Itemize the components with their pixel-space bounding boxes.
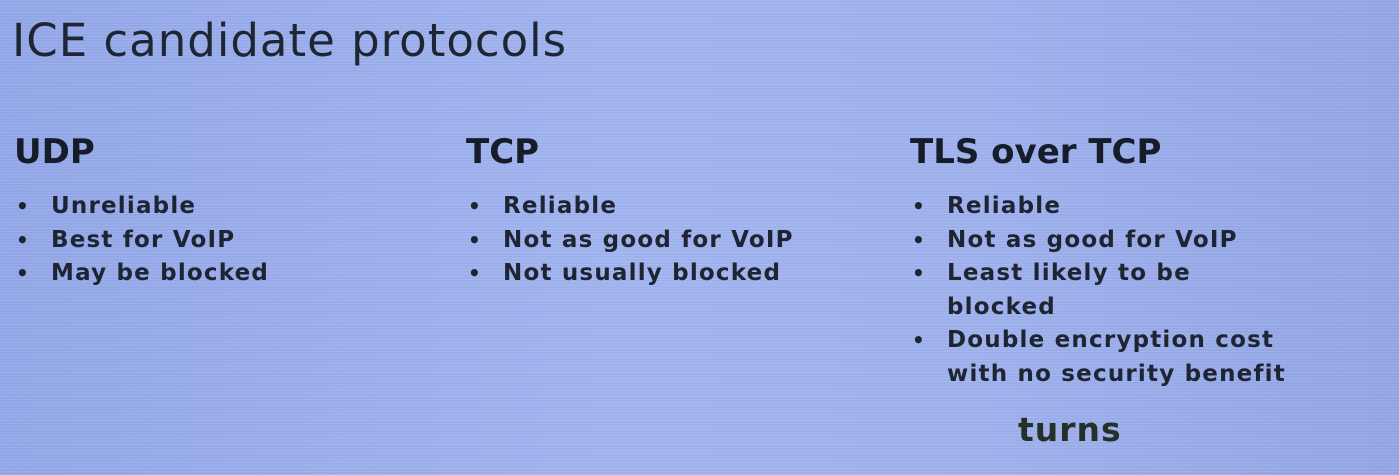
- bullet-item: • Not as good for VoIP: [910, 224, 1307, 258]
- bullet-item: • Double encryption cost with no security…: [910, 324, 1307, 391]
- bullet-dot-icon: •: [16, 261, 30, 285]
- bullet-item: • Best for VoIP: [14, 224, 269, 258]
- bullet-dot-icon: •: [16, 194, 30, 218]
- bullet-dot-icon: •: [468, 194, 482, 218]
- column-heading-tcp: TCP: [466, 132, 540, 172]
- bullet-list-tcp: • Reliable • Not as good for VoIP • Not usu…: [466, 190, 794, 291]
- bullet-dot-icon: •: [912, 227, 926, 252]
- bullet-item: • May be blocked: [14, 257, 269, 291]
- bullet-dot-icon: •: [468, 227, 482, 252]
- column-heading-tls-over-tcp: TLS over TCP: [910, 132, 1162, 172]
- slide-title: ICE candidate protocols: [12, 14, 568, 67]
- bullet-dot-icon: •: [912, 194, 926, 218]
- bullet-text: Not as good for VoIP: [947, 226, 1238, 253]
- bullet-dot-icon: •: [468, 261, 482, 285]
- bullet-text: May be blocked: [51, 260, 270, 286]
- column-heading-udp: UDP: [14, 132, 95, 172]
- bullet-text: Reliable: [947, 193, 1062, 219]
- bullet-text: Not usually blocked: [503, 260, 782, 286]
- bullet-text: Not as good for VoIP: [503, 226, 794, 253]
- bullet-item: • Not usually blocked: [466, 257, 794, 291]
- bullet-text: Double encryption cost with no security …: [947, 327, 1286, 387]
- bullet-text: Least likely to be blocked: [947, 260, 1191, 320]
- bullet-list-udp: • Unreliable • Best for VoIP • May be block…: [14, 190, 269, 291]
- column-udp: UDP • Unreliable • Best for VoIP • May be b…: [14, 132, 269, 291]
- bullet-item: • Least likely to be blocked: [910, 257, 1307, 324]
- bullet-item: • Not as good for VoIP: [466, 224, 794, 258]
- bullet-item: • Reliable: [466, 190, 794, 224]
- bullet-item: • Unreliable: [14, 190, 269, 224]
- bullet-item: • Reliable: [910, 190, 1307, 224]
- bullet-list-tls-over-tcp: • Reliable • Not as good for VoIP • Least l…: [910, 190, 1307, 391]
- handwritten-note: turns: [1018, 410, 1122, 449]
- bullet-dot-icon: •: [912, 328, 926, 352]
- bullet-text: Best for VoIP: [51, 226, 236, 253]
- column-tls-over-tcp: TLS over TCP • Reliable • Not as good for …: [910, 132, 1307, 391]
- bullet-dot-icon: •: [16, 227, 30, 252]
- bullet-text: Unreliable: [51, 193, 197, 219]
- bullet-text: Reliable: [503, 193, 618, 219]
- column-tcp: TCP • Reliable • Not as good for VoIP • Not…: [466, 132, 794, 291]
- bullet-dot-icon: •: [912, 261, 926, 285]
